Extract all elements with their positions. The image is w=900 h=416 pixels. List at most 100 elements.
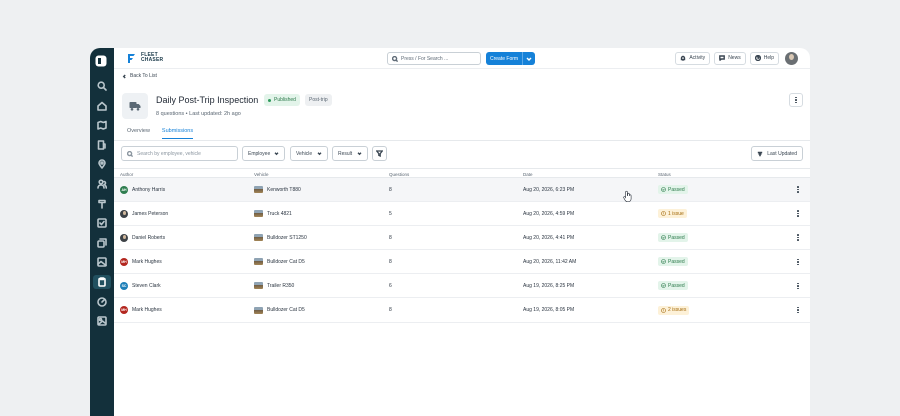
status-cell: Passed [658,274,688,297]
tab-overview[interactable]: Overview [127,128,150,139]
author-name[interactable]: James Peterson [132,211,168,217]
help-button[interactable]: Help [749,51,779,65]
create-form-button[interactable]: Create Form [486,52,523,65]
table-row[interactable]: MH Mark Hughes Bulldozer Cat D5 8 Aug 19… [114,298,810,323]
location-icon[interactable] [95,157,109,171]
top-bar: FLEET CHASER Press / For Search ... Crea… [114,48,810,69]
tools-icon[interactable] [95,197,109,211]
submissions-search-placeholder: Search by employee, vehicle [137,150,201,157]
create-form-menu-button[interactable] [522,52,536,65]
author-avatar: MH [120,306,128,315]
checklist-icon[interactable] [95,216,109,230]
chevron-down-icon [526,57,532,61]
image-icon[interactable] [95,255,109,269]
advanced-filter-button[interactable] [372,146,387,161]
row-more-options-button[interactable] [797,178,799,201]
author-name[interactable]: Daniel Roberts [132,235,165,241]
clipboard-icon[interactable] [93,274,111,289]
form-more-options-button[interactable] [789,93,803,107]
form-icon-container [122,93,148,119]
table-row[interactable]: Daniel Roberts Bulldozer ST1250 8 Aug 20… [114,226,810,251]
author-name[interactable]: Mark Hughes [132,259,162,265]
chevron-down-icon [317,152,322,156]
chevron-left-icon [122,74,126,78]
row-more-options-button[interactable] [797,298,799,321]
bell-icon [681,55,686,61]
status-pill: Passed [658,257,688,267]
top-actions: Activity News Help [675,51,798,65]
sidebar [90,48,114,416]
column-questions[interactable]: Questions [389,172,409,177]
vehicle-cell: Truck 4821 [254,202,292,225]
back-to-list-link[interactable]: Back To List [122,73,157,79]
date-cell: Aug 20, 2026, 4:59 PM [523,210,575,217]
search-icon [127,150,133,157]
row-more-options-button[interactable] [797,250,799,273]
brand-logo[interactable]: FLEET CHASER [126,52,163,64]
vehicle-name[interactable]: Truck 4821 [267,211,292,217]
submissions-search-input[interactable]: Search by employee, vehicle [121,146,238,161]
author-avatar [120,233,128,242]
author-name[interactable]: Anthony Harris [132,187,165,193]
table-row[interactable]: James Peterson Truck 4821 5 Aug 20, 2026… [114,202,810,227]
vehicle-name[interactable]: Bulldozer ST1250 [267,235,307,241]
status-pill-label: Passed [668,258,685,265]
column-date[interactable]: Date [523,172,533,177]
questions-cell: 6 [389,282,392,289]
table-row[interactable]: AH Anthony Harris Kenworth T880 8 Aug 20… [114,178,810,203]
news-label: News [728,55,741,61]
sort-dropdown[interactable]: Last Updated [751,146,803,161]
table-row[interactable]: MH Mark Hughes Bulldozer Cat D5 8 Aug 20… [114,250,810,275]
status-pill-label: 2 issues [668,307,687,314]
user-avatar[interactable] [785,51,798,65]
global-search-input[interactable]: Press / For Search ... [387,52,481,65]
author-name[interactable]: Steven Clark [132,283,161,289]
vehicle-name[interactable]: Trailer R350 [267,283,294,289]
search-icon [392,55,398,62]
news-button[interactable]: News [714,51,746,65]
vehicle-name[interactable]: Kenworth T880 [267,187,301,193]
column-author[interactable]: Author [120,172,133,177]
workspace-logo-icon[interactable] [95,54,109,68]
author-avatar: AH [120,185,128,194]
chat-icon [719,55,726,61]
activity-button[interactable]: Activity [675,51,711,65]
vehicle-thumbnail [254,306,263,314]
back-to-list-label: Back To List [130,73,157,79]
status-cell: Passed [658,226,688,249]
chevron-down-icon [357,152,362,156]
category-tag: Post-trip [305,94,332,106]
fleet-chaser-logo-icon [128,53,135,63]
row-more-options-button[interactable] [797,274,799,297]
truck-icon [129,102,141,111]
layers-icon[interactable] [95,236,109,250]
fuel-icon[interactable] [95,138,109,152]
date-cell: Aug 20, 2026, 4:41 PM [523,234,575,241]
users-icon[interactable] [95,177,109,191]
map-icon[interactable] [95,118,109,132]
row-more-options-button[interactable] [797,202,799,225]
last-updated: Last updated: 2h ago [189,111,241,117]
gauge-icon[interactable] [95,295,109,309]
column-vehicle[interactable]: Vehicle [254,172,269,177]
employee-filter-dropdown[interactable]: Employee [242,146,285,161]
vehicle-filter-dropdown[interactable]: Vehicle [290,146,328,161]
result-filter-dropdown[interactable]: Result [332,146,368,161]
column-status[interactable]: Status [658,172,671,177]
more-vertical-icon [795,96,797,104]
table-row[interactable]: SC Steven Clark Trailer R350 6 Aug 19, 2… [114,274,810,299]
vehicle-thumbnail [254,282,263,290]
photo-icon[interactable] [95,314,109,328]
status-pill-label: Passed [668,282,685,289]
row-more-options-button[interactable] [797,226,799,249]
vehicle-name[interactable]: Bulldozer Cat D5 [267,307,305,313]
check-circle-icon [661,283,666,289]
warning-circle-icon [661,307,666,313]
status-cell: 1 issue [658,202,687,225]
author-cell: MH Mark Hughes [120,298,162,321]
author-name[interactable]: Mark Hughes [132,307,162,313]
tab-submissions[interactable]: Submissions [161,128,194,139]
search-icon[interactable] [95,79,109,93]
home-icon[interactable] [95,99,109,113]
vehicle-name[interactable]: Bulldozer Cat D5 [267,259,305,265]
